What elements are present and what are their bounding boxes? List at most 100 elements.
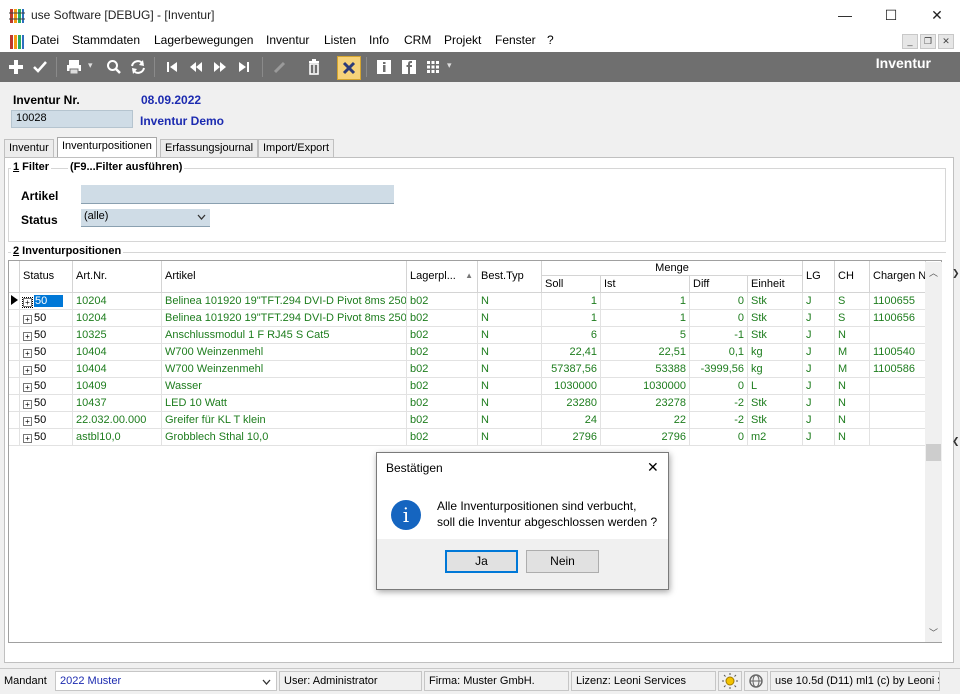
cell-lg[interactable]: J [803, 327, 835, 344]
tab-inventur[interactable]: Inventur [4, 139, 54, 158]
cell-besttyp[interactable]: N [478, 344, 542, 361]
menu-fenster[interactable]: Fenster [495, 33, 536, 47]
cell-besttyp[interactable]: N [478, 293, 542, 310]
expand-row-icon[interactable]: + [22, 297, 33, 308]
expand-row-icon[interactable]: + [23, 366, 32, 375]
cell-status[interactable]: +50 [20, 378, 73, 395]
inventur-nr-field[interactable]: 10028 [11, 110, 133, 128]
col-header-artikel[interactable]: Artikel [162, 261, 407, 293]
cell-besttyp[interactable]: N [478, 361, 542, 378]
menu-listen[interactable]: Listen [324, 33, 356, 47]
status-select[interactable]: (alle) [81, 209, 210, 227]
facebook-icon[interactable] [399, 57, 419, 77]
cell-lagerplatz[interactable]: b02 [407, 395, 478, 412]
cell-status[interactable]: +50 [20, 361, 73, 378]
cell-chargen[interactable]: 1100586 [870, 361, 926, 378]
cell-einheit[interactable]: Stk [748, 395, 803, 412]
cell-ch[interactable]: S [835, 293, 870, 310]
edit-icon[interactable] [270, 57, 290, 77]
cell-ch[interactable]: N [835, 378, 870, 395]
cell-chargen[interactable]: 1100655 [870, 293, 926, 310]
mandant-select[interactable]: 2022 Muster [55, 671, 277, 691]
info-icon[interactable] [374, 57, 394, 77]
menu-lagerbewegungen[interactable]: Lagerbewegungen [154, 33, 253, 47]
splitter-arrow-icon[interactable]: ❮ [952, 436, 960, 447]
grid-icon[interactable] [423, 57, 443, 77]
cell-besttyp[interactable]: N [478, 429, 542, 446]
col-header-soll[interactable]: Soll [542, 276, 601, 293]
cell-chargen[interactable]: 1100656 [870, 310, 926, 327]
col-header-einheit[interactable]: Einheit [748, 276, 803, 293]
menu-info[interactable]: Info [369, 33, 389, 47]
cell-soll[interactable]: 57387,56 [542, 361, 601, 378]
row-indicator[interactable] [9, 395, 20, 412]
cell-lagerplatz[interactable]: b02 [407, 412, 478, 429]
cell-status[interactable]: +50 [20, 429, 73, 446]
cell-ch[interactable]: N [835, 327, 870, 344]
cell-soll[interactable]: 1 [542, 310, 601, 327]
refresh-icon[interactable] [128, 57, 148, 77]
scroll-thumb[interactable] [926, 444, 941, 461]
cell-lg[interactable]: J [803, 429, 835, 446]
tab-inventurpositionen[interactable]: Inventurpositionen [57, 137, 157, 159]
cell-chargen[interactable] [870, 395, 926, 412]
cell-lg[interactable]: J [803, 395, 835, 412]
delete-icon[interactable] [304, 57, 324, 77]
menu-stammdaten[interactable]: Stammdaten [72, 33, 140, 47]
mdi-close-button[interactable]: ✕ [938, 34, 954, 49]
cell-einheit[interactable]: Stk [748, 310, 803, 327]
cell-artikel[interactable]: Belinea 101920 19"TFT.294 DVI-D Pivot 8m… [162, 293, 407, 310]
cell-artikel[interactable]: Wasser [162, 378, 407, 395]
cell-ist[interactable]: 1 [601, 310, 690, 327]
menu-datei[interactable]: Datei [31, 33, 59, 47]
cell-diff[interactable]: -1 [690, 327, 748, 344]
prev-icon[interactable] [186, 57, 206, 77]
cell-chargen[interactable] [870, 378, 926, 395]
print-icon[interactable] [64, 57, 84, 77]
col-header-lg[interactable]: LG [803, 261, 835, 293]
cell-ist[interactable]: 22,51 [601, 344, 690, 361]
cell-ch[interactable]: N [835, 412, 870, 429]
mdi-restore-button[interactable]: ❐ [920, 34, 936, 49]
minimize-button[interactable]: — [822, 0, 868, 31]
menu-projekt[interactable]: Projekt [444, 33, 481, 47]
expand-row-icon[interactable]: + [23, 383, 32, 392]
cell-diff[interactable]: 0 [690, 293, 748, 310]
cell-lg[interactable]: J [803, 412, 835, 429]
first-icon[interactable] [162, 57, 182, 77]
grid-dropdown-icon[interactable]: ▾ [447, 60, 452, 71]
no-button[interactable]: Nein [526, 550, 599, 573]
splitter-arrow-icon[interactable]: ❯ [952, 268, 960, 279]
cell-diff[interactable]: 0 [690, 310, 748, 327]
col-header-chargen[interactable]: Chargen Nr [870, 261, 926, 293]
cell-einheit[interactable]: kg [748, 361, 803, 378]
cell-besttyp[interactable]: N [478, 395, 542, 412]
cell-diff[interactable]: -2 [690, 412, 748, 429]
cell-lg[interactable]: J [803, 310, 835, 327]
cell-lg[interactable]: J [803, 378, 835, 395]
cell-ist[interactable]: 2796 [601, 429, 690, 446]
cell-lg[interactable]: J [803, 344, 835, 361]
check-icon[interactable] [30, 57, 50, 77]
mdi-minimize-button[interactable]: _ [902, 34, 918, 49]
row-indicator[interactable] [9, 378, 20, 395]
cell-lagerplatz[interactable]: b02 [407, 293, 478, 310]
print-dropdown-icon[interactable]: ▾ [88, 60, 93, 71]
cell-ch[interactable]: N [835, 429, 870, 446]
cell-soll[interactable]: 1030000 [542, 378, 601, 395]
cell-lagerplatz[interactable]: b02 [407, 361, 478, 378]
cell-artnr[interactable]: 10325 [73, 327, 162, 344]
search-icon[interactable] [104, 57, 124, 77]
cell-status[interactable]: +50 [20, 344, 73, 361]
dialog-close-icon[interactable]: ✕ [647, 459, 659, 476]
row-indicator[interactable] [9, 293, 20, 310]
cell-soll[interactable]: 6 [542, 327, 601, 344]
expand-row-icon[interactable]: + [23, 332, 32, 341]
cell-status[interactable]: +50 [20, 395, 73, 412]
col-header-diff[interactable]: Diff [690, 276, 748, 293]
col-header-besttyp[interactable]: Best.Typ [478, 261, 542, 293]
cell-lg[interactable]: J [803, 293, 835, 310]
expand-row-icon[interactable]: + [23, 417, 32, 426]
col-header-artnr[interactable]: Art.Nr. [73, 261, 162, 293]
cell-status[interactable]: +50 [20, 310, 73, 327]
